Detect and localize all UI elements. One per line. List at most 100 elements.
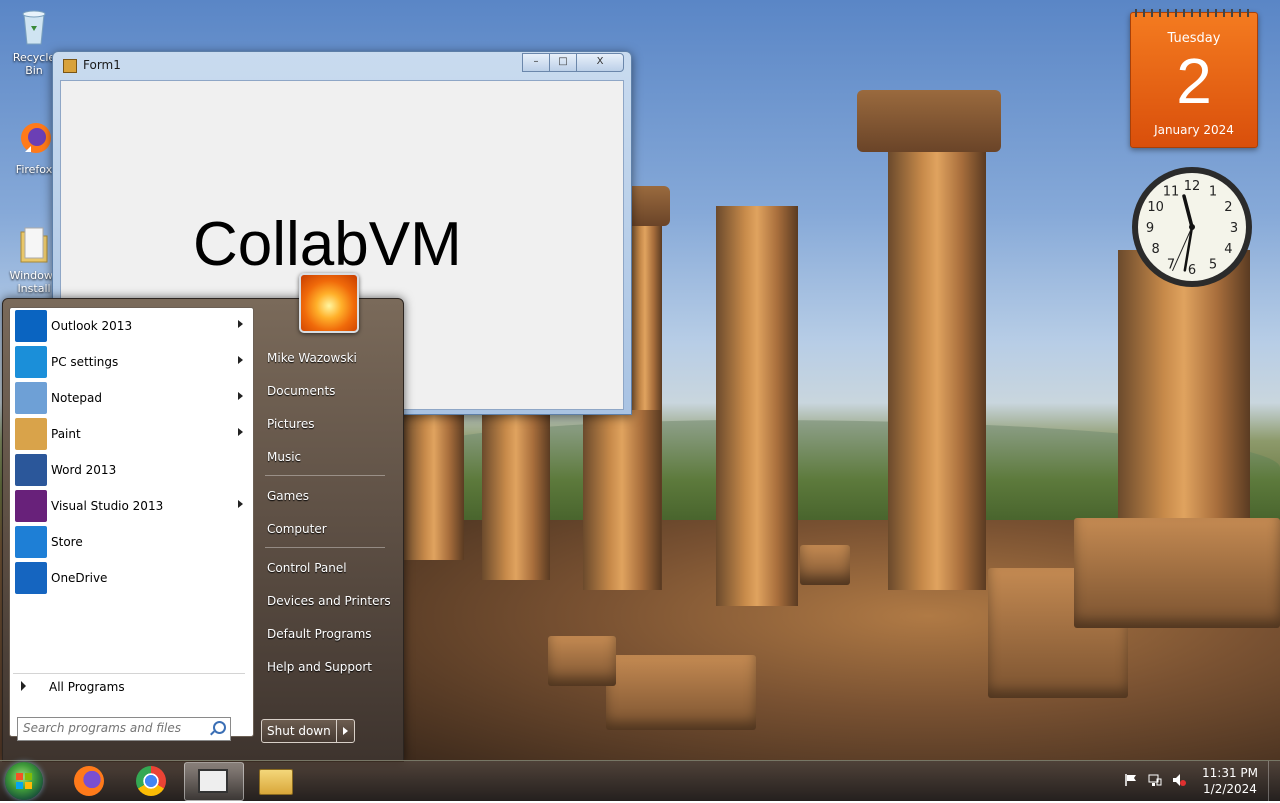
program-item-label: Paint	[51, 427, 81, 441]
firefox-taskbar-icon	[74, 766, 104, 796]
background-column	[716, 206, 798, 606]
start-link-item[interactable]: Computer	[261, 516, 395, 542]
menu-separator	[265, 547, 385, 548]
start-button[interactable]	[5, 762, 43, 800]
calendar-rings	[1135, 9, 1253, 17]
start-link-label: Computer	[267, 522, 327, 536]
clock-number: 7	[1167, 257, 1175, 272]
shutdown-options-button[interactable]	[336, 720, 354, 742]
program-item-label: Outlook 2013	[51, 319, 133, 333]
onedrive-cloud-icon	[15, 562, 47, 594]
clock-number: 11	[1163, 185, 1180, 200]
program-item[interactable]: PC settings	[13, 345, 245, 379]
all-programs-button[interactable]: All Programs	[13, 673, 245, 696]
calendar-gadget[interactable]: Tuesday 2 January 2024	[1130, 9, 1258, 148]
start-link-item[interactable]: Default Programs	[261, 621, 395, 647]
program-item-label: OneDrive	[51, 571, 108, 585]
search-icon[interactable]	[213, 721, 226, 734]
taskbar-clock-time[interactable]: 11:31 PM	[1200, 766, 1260, 780]
action-center-flag-icon[interactable]	[1124, 773, 1138, 787]
background-stone-block	[800, 545, 850, 585]
recycle-bin-icon	[22, 10, 46, 45]
start-link-item[interactable]: Control Panel	[261, 555, 395, 581]
start-link-item[interactable]: Pictures	[261, 411, 395, 437]
start-link-item[interactable]: Documents	[261, 378, 395, 404]
window-titlebar[interactable]: Form1 – □ X	[53, 52, 631, 78]
store-bag-icon	[15, 526, 47, 558]
maximize-button[interactable]: □	[549, 53, 577, 72]
program-item[interactable]: Word 2013	[13, 453, 245, 487]
clock-number: 9	[1146, 221, 1154, 236]
taskbar-chrome-button[interactable]	[122, 762, 180, 799]
taskbar-explorer-button[interactable]	[246, 762, 304, 799]
all-programs-label: All Programs	[49, 680, 125, 694]
calendar-month: January 2024	[1154, 123, 1234, 137]
submenu-arrow-icon[interactable]	[238, 428, 243, 436]
clock-number: 6	[1188, 263, 1196, 278]
shutdown-button[interactable]: Shut down	[261, 719, 355, 743]
user-picture-icon[interactable]	[299, 273, 359, 333]
program-item-label: Store	[51, 535, 83, 549]
windows-logo-icon	[16, 773, 32, 789]
clock-number: 12	[1184, 179, 1201, 194]
background-stone-block	[1074, 518, 1280, 628]
start-link-item[interactable]: Devices and Printers	[261, 588, 395, 614]
start-link-label: Mike Wazowski	[267, 351, 357, 365]
background-column	[404, 410, 464, 560]
app-window-icon	[63, 59, 77, 73]
start-link-label: Music	[267, 450, 302, 464]
notepad-icon	[15, 382, 47, 414]
submenu-arrow-icon[interactable]	[238, 356, 243, 364]
show-desktop-button[interactable]	[1268, 761, 1280, 801]
background-stone-block	[606, 655, 756, 730]
start-link-label: Documents	[267, 384, 336, 398]
word-icon	[15, 454, 47, 486]
start-link-label: Pictures	[267, 417, 315, 431]
chrome-taskbar-icon	[136, 766, 166, 796]
taskbar-form1-button[interactable]	[184, 762, 244, 801]
clock-gadget[interactable]: 1234567891011 12	[1130, 165, 1254, 289]
clock-number: 10	[1147, 200, 1164, 215]
close-button[interactable]: X	[576, 53, 624, 72]
taskbar-clock-date[interactable]: 1/2/2024	[1200, 782, 1260, 796]
clock-number: 3	[1230, 221, 1238, 236]
menu-separator	[265, 475, 385, 476]
background-column-capital	[857, 90, 1001, 152]
submenu-arrow-icon[interactable]	[238, 320, 243, 328]
calendar-date: 2	[1176, 45, 1212, 117]
program-item[interactable]: OneDrive	[13, 561, 245, 595]
explorer-taskbar-icon	[259, 769, 293, 795]
chevron-right-icon	[21, 681, 26, 691]
start-link-label: Games	[267, 489, 309, 503]
outlook-icon	[15, 310, 47, 342]
program-item[interactable]: Outlook 2013	[13, 309, 245, 343]
user-name-link[interactable]: Mike Wazowski	[261, 345, 395, 371]
volume-muted-icon[interactable]	[1172, 773, 1186, 787]
background-column	[583, 410, 661, 590]
submenu-arrow-icon[interactable]	[238, 392, 243, 400]
background-column	[888, 140, 986, 590]
start-link-item[interactable]: Music	[261, 444, 395, 470]
background-column-capital	[626, 186, 670, 226]
program-item[interactable]: Paint	[13, 417, 245, 451]
start-link-item[interactable]: Games	[261, 483, 395, 509]
taskbar-firefox-button[interactable]	[60, 762, 118, 799]
folder-icon	[20, 227, 48, 263]
program-item[interactable]: Notepad	[13, 381, 245, 415]
program-item[interactable]: Visual Studio 2013	[13, 489, 245, 523]
network-icon[interactable]	[1148, 773, 1162, 787]
submenu-arrow-icon[interactable]	[238, 500, 243, 508]
program-item[interactable]: Store	[13, 525, 245, 559]
window-title: Form1	[83, 58, 121, 72]
start-link-item[interactable]: Help and Support	[261, 654, 395, 680]
start-menu: All Programs Shut down Outlook 2013 PC se…	[2, 273, 404, 762]
gear-icon	[15, 346, 47, 378]
taskbar: 11:31 PM 1/2/2024	[0, 760, 1280, 801]
start-search-box[interactable]	[17, 717, 231, 741]
minimize-button[interactable]: –	[522, 53, 550, 72]
visual-studio-icon	[15, 490, 47, 522]
calendar-day: Tuesday	[1167, 31, 1221, 46]
clock-number: 1	[1209, 185, 1217, 200]
form-app-taskbar-icon	[198, 769, 228, 793]
start-search-input[interactable]	[18, 718, 209, 738]
